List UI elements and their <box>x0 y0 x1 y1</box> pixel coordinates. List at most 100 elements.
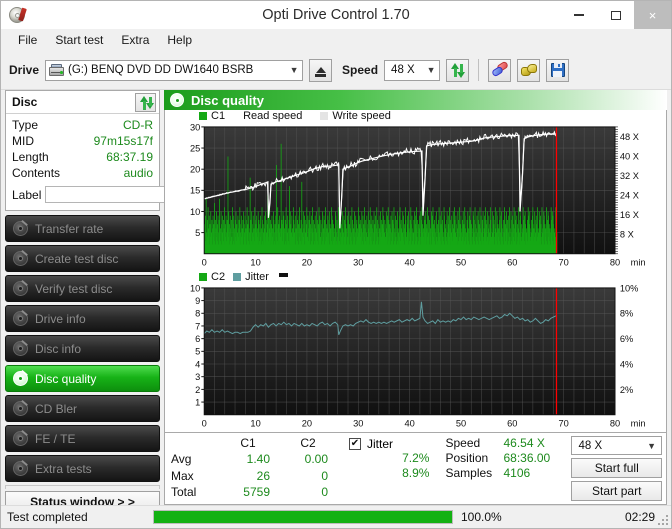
svg-text:70: 70 <box>559 418 569 428</box>
svg-text:4: 4 <box>195 359 200 369</box>
sidebar-item-cd-bler[interactable]: CD Bler <box>5 395 160 422</box>
gloves-icon <box>520 63 537 78</box>
info-value-position: 68:36.00 <box>503 451 551 465</box>
drive-icon <box>49 63 65 77</box>
svg-text:5: 5 <box>195 228 200 238</box>
disc-test-icon <box>13 429 28 446</box>
toolbar-divider <box>478 59 480 81</box>
stats-table: C1 C2 Avg 1.40 0.00 Max 26 0 Total 5759 … <box>171 436 337 501</box>
save-button[interactable] <box>546 58 570 82</box>
disc-label-row: Label <box>12 184 217 205</box>
svg-text:50: 50 <box>456 257 466 267</box>
legend-label-jitter: Jitter <box>245 271 269 284</box>
disc-test-icon <box>13 249 28 266</box>
test-speed-select[interactable]: 48 X ▼ <box>571 436 662 455</box>
selection-marker-icon <box>278 272 288 277</box>
eject-button[interactable] <box>309 58 333 82</box>
menu-item-extra[interactable]: Extra <box>112 31 158 49</box>
disc-row-value: 97m15s17f <box>93 134 153 148</box>
chart-c1-read-speed[interactable]: 5 10 15 20 25 30 8 X 16 X 24 X 32 X 40 X 48 X 0 10 20 3… <box>165 123 664 271</box>
svg-text:10: 10 <box>190 207 200 217</box>
svg-text:min: min <box>631 257 646 267</box>
legend-swatch-write-speed <box>320 112 329 121</box>
speed-select[interactable]: 48 X ▼ <box>384 59 441 81</box>
sidebar-item-verify-test-disc[interactable]: Verify test disc <box>5 275 160 302</box>
svg-text:30: 30 <box>353 257 363 267</box>
maximize-button[interactable] <box>597 1 634 29</box>
erase-button[interactable] <box>488 58 512 82</box>
info-value-speed: 46.54 X <box>503 436 545 450</box>
refresh-button[interactable] <box>446 58 470 82</box>
stats-max-c2: 0 <box>321 468 328 483</box>
menu-bar: File Start test Extra Help <box>1 29 671 51</box>
svg-text:2%: 2% <box>620 384 633 394</box>
info-row-speed: Speed 46.54 X <box>445 436 571 451</box>
progress-percent-label: 100.0% <box>461 510 502 524</box>
progress-bar <box>153 510 453 524</box>
status-bar: Test completed 100.0% 02:29 <box>1 505 671 528</box>
title-bar: Opti Drive Control 1.70 × <box>1 1 671 29</box>
chart-c2-jitter[interactable]: 1 2 3 4 5 6 7 8 9 10 2% 4% 6% 8% 10% 0 10 20 30 40 50 60 70 80 m… <box>165 284 664 432</box>
sidebar-item-drive-info[interactable]: Drive info <box>5 305 160 332</box>
menu-item-file[interactable]: File <box>9 31 46 49</box>
info-key-speed: Speed <box>445 436 481 450</box>
chevron-down-icon: ▼ <box>289 65 299 75</box>
resize-grip[interactable] <box>658 515 668 525</box>
legend-swatch-jitter <box>233 273 242 282</box>
info-column: Speed 46.54 X Position 68:36.00 Samples … <box>445 436 571 501</box>
sidebar-item-fe-te[interactable]: FE / TE <box>5 425 160 452</box>
svg-text:8%: 8% <box>620 308 633 318</box>
elapsed-time: 02:29 <box>624 510 655 524</box>
maximize-icon <box>610 10 621 20</box>
svg-text:10: 10 <box>250 418 260 428</box>
legend-swatch-c1 <box>199 112 207 121</box>
stats-avg-c2: 0.00 <box>304 452 328 467</box>
menu-item-help[interactable]: Help <box>158 31 201 49</box>
tools-button[interactable] <box>517 58 541 82</box>
svg-text:16 X: 16 X <box>620 210 639 220</box>
minimize-button[interactable] <box>560 1 597 29</box>
sidebar-item-disc-quality[interactable]: Disc quality <box>5 365 160 392</box>
sidebar-filler <box>5 485 160 489</box>
charts-container: C1 Read speed Write speed 5 10 15 20 25 30 8 X… <box>164 110 667 433</box>
svg-text:0: 0 <box>202 418 207 428</box>
sidebar-item-create-test-disc[interactable]: Create test disc <box>5 245 160 272</box>
sidebar-item-extra-tests[interactable]: Extra tests <box>5 455 160 482</box>
disc-label-key: Label <box>12 187 42 202</box>
svg-text:40 X: 40 X <box>620 151 639 161</box>
content-panel: Disc quality C1 Read speed Write speed 5… <box>164 90 667 505</box>
sidebar-item-label: Create test disc <box>35 251 119 266</box>
jitter-max: 8.9% <box>402 466 430 480</box>
app-window: Opti Drive Control 1.70 × File Start tes… <box>0 0 672 529</box>
svg-text:3: 3 <box>195 372 200 382</box>
refresh-icon <box>450 62 466 78</box>
svg-text:40: 40 <box>404 418 414 428</box>
jitter-checkbox[interactable]: ✔ <box>349 437 361 450</box>
disc-row-key: Contents <box>12 166 61 180</box>
svg-text:20: 20 <box>190 164 200 174</box>
legend-top: C1 Read speed Write speed <box>165 110 666 123</box>
sidebar-item-transfer-rate[interactable]: Transfer rate <box>5 215 160 242</box>
svg-text:1: 1 <box>195 397 200 407</box>
start-full-button[interactable]: Start full <box>571 458 662 478</box>
menu-item-start-test[interactable]: Start test <box>46 31 112 49</box>
start-part-button[interactable]: Start part <box>571 481 662 501</box>
disc-test-icon <box>13 219 28 236</box>
disc-refresh-button[interactable] <box>135 92 156 112</box>
disc-row-key: Length <box>12 150 49 164</box>
sidebar-item-disc-info[interactable]: Disc info <box>5 335 160 362</box>
sidebar-item-label: FE / TE <box>35 431 76 446</box>
svg-text:50: 50 <box>456 418 466 428</box>
svg-text:10: 10 <box>190 284 200 293</box>
jitter-toggle-row: ✔ Jitter <box>349 436 443 451</box>
close-button[interactable]: × <box>634 1 671 29</box>
drive-label: Drive <box>9 63 40 77</box>
svg-text:24 X: 24 X <box>620 190 639 200</box>
disc-row-length: Length 68:37.19 <box>12 150 153 165</box>
sidebar-item-label: Extra tests <box>35 461 92 476</box>
progress-bar-fill <box>154 511 452 523</box>
svg-text:70: 70 <box>559 257 569 267</box>
disc-row-key: Type <box>12 118 39 132</box>
info-row-position: Position 68:36.00 <box>445 451 571 466</box>
drive-select[interactable]: (G:) BENQ DVD DD DW1640 BSRB ▼ <box>45 59 304 81</box>
